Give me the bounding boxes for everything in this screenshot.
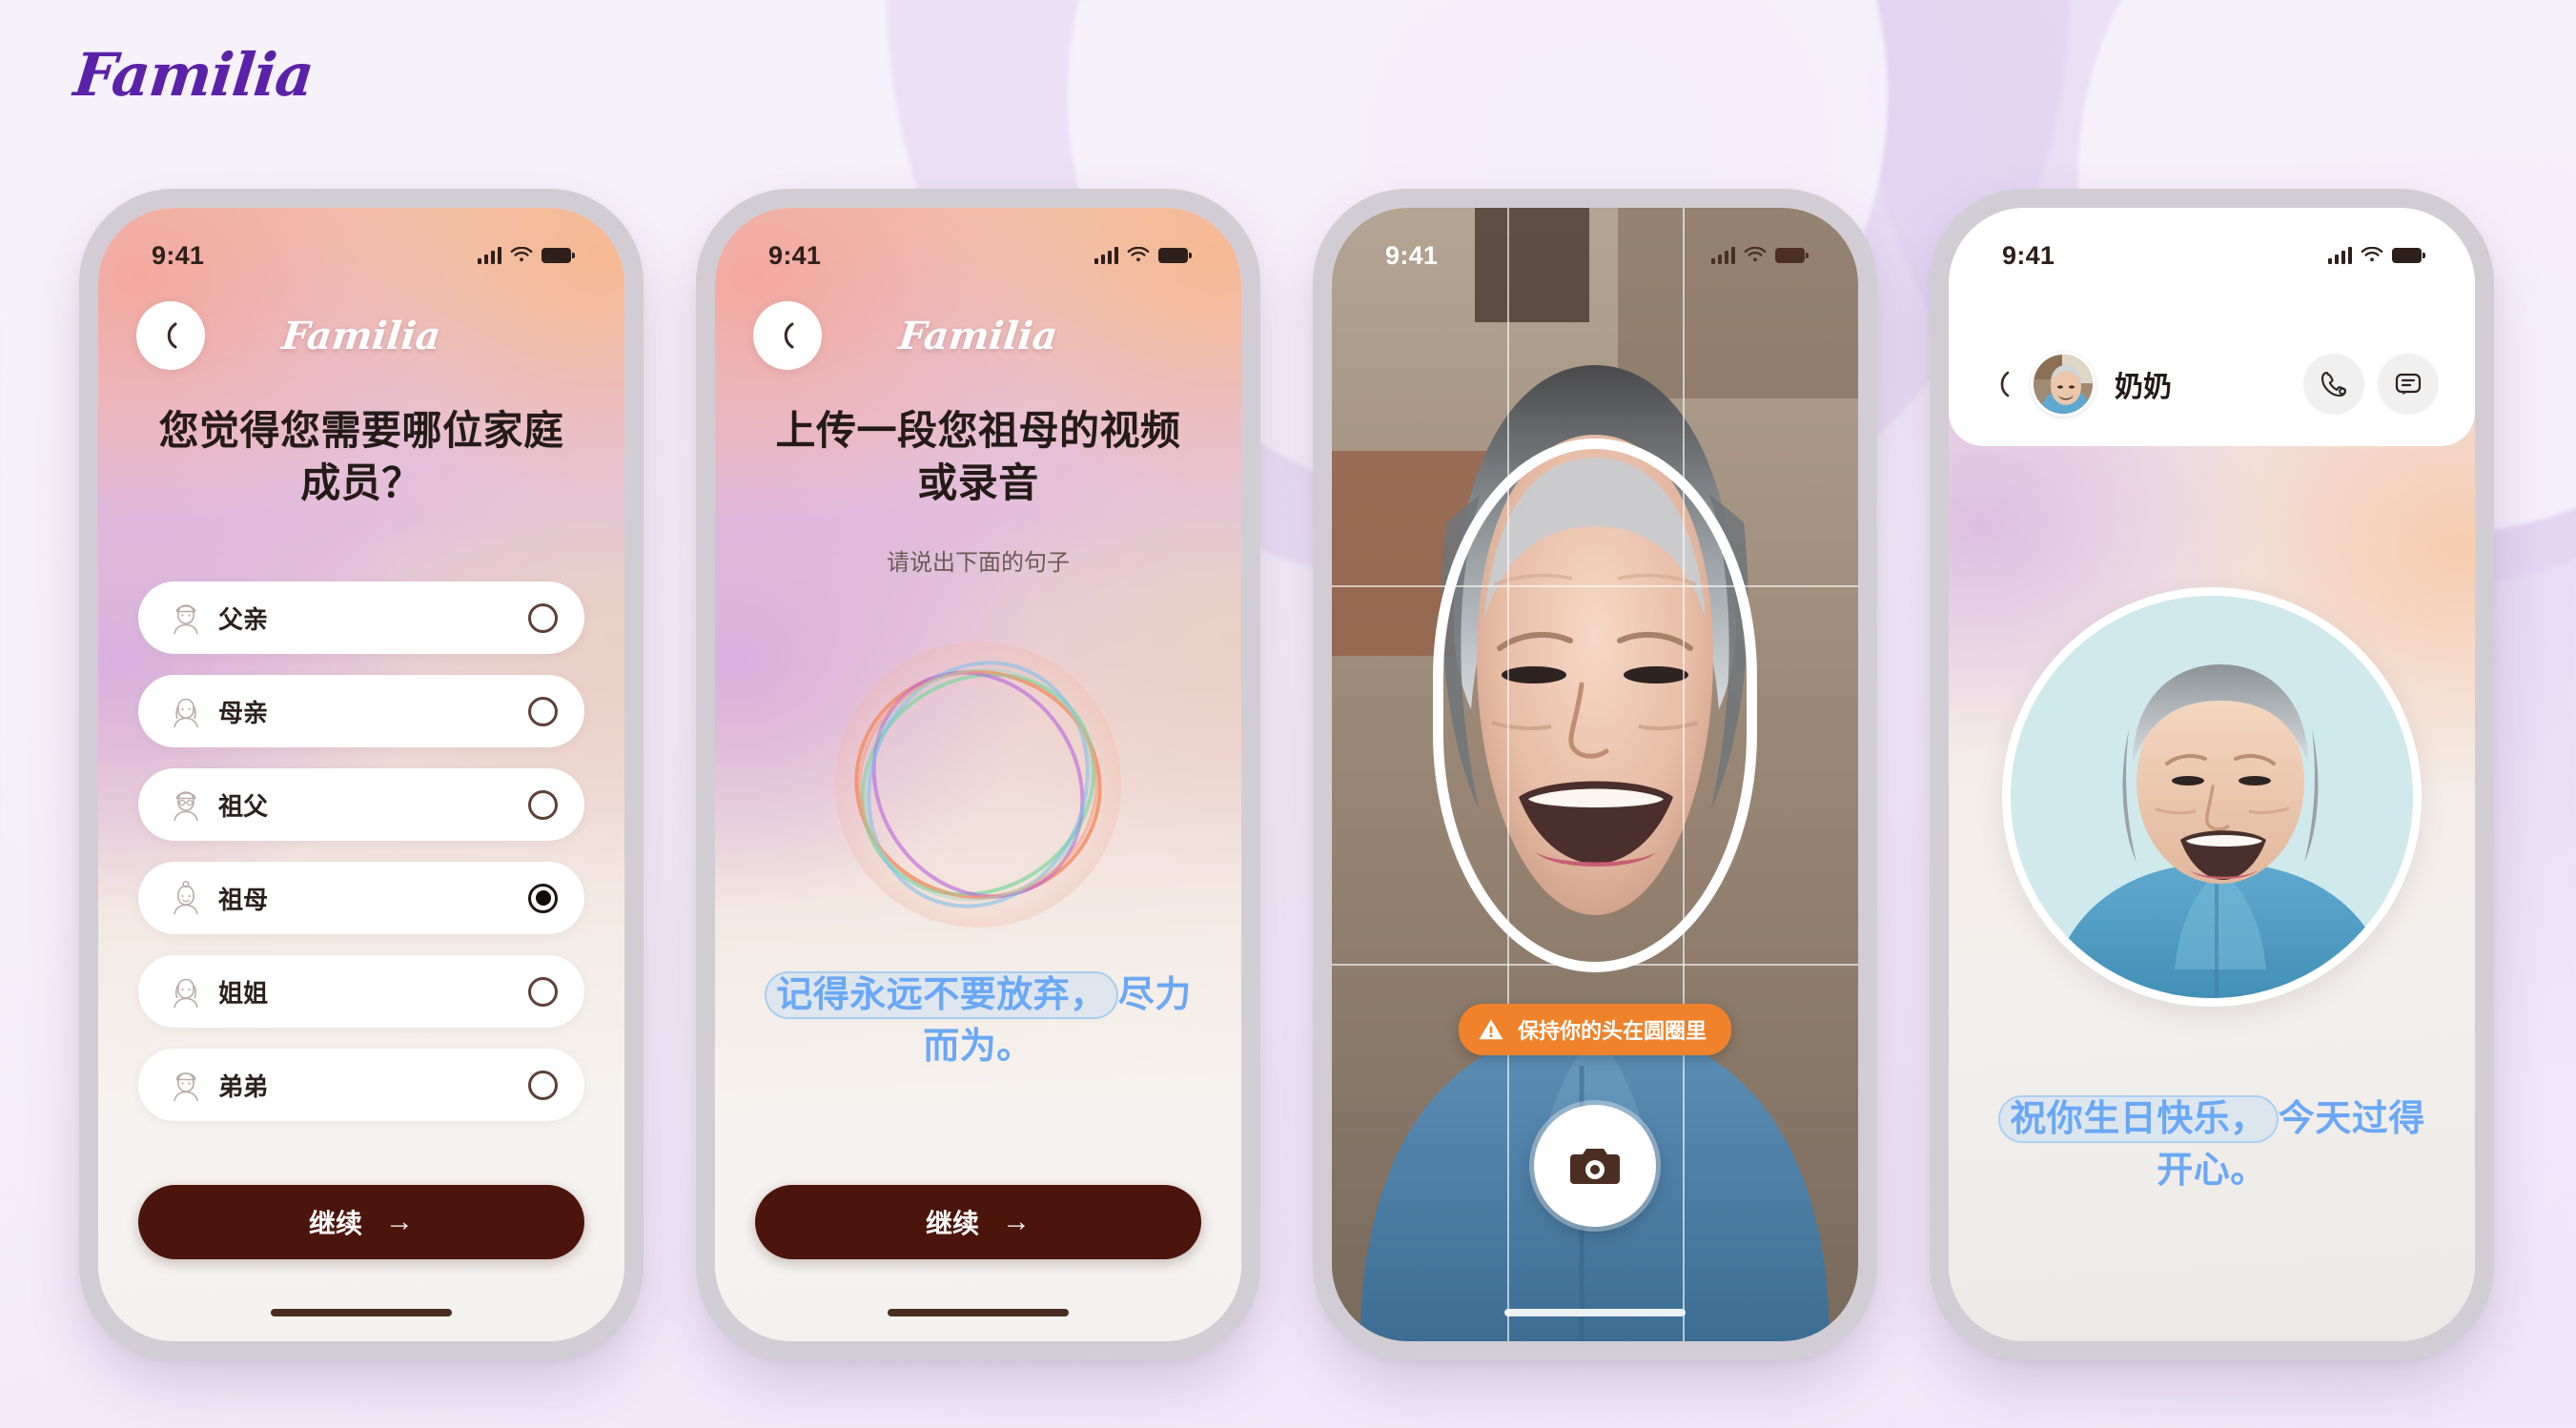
prompt-highlight: 记得永远不要放弃， <box>765 971 1118 1019</box>
caption-text: 祝你生日快乐， 今天过得开心。 <box>1991 1094 2433 1197</box>
chevron-left-icon <box>2000 371 2010 398</box>
home-indicator <box>271 1309 452 1316</box>
option-label: 姐姐 <box>218 978 269 1008</box>
option-radio-selected[interactable] <box>528 883 558 913</box>
app-header-2: Familia <box>715 290 1241 381</box>
speech-prompt-text: 记得永远不要放弃， 尽力而为。 <box>759 970 1197 1073</box>
header-logo: Familia <box>896 313 1060 358</box>
home-indicator <box>888 1309 1069 1316</box>
cellular-bars-icon <box>1711 247 1735 264</box>
status-bar: 9:41 <box>98 208 624 278</box>
phone-mockup-3: 9:41 保持你的头在圆圈里 <box>1313 189 1877 1360</box>
back-button[interactable] <box>1985 371 2023 398</box>
option-radio[interactable] <box>528 602 558 633</box>
battery-icon <box>1775 248 1809 263</box>
option-row-brother[interactable]: 弟弟 <box>138 1049 584 1121</box>
continue-button-2[interactable]: 继续 → <box>755 1185 1201 1259</box>
option-row-grandfather[interactable]: 祖父 <box>138 768 584 841</box>
option-label: 弟弟 <box>218 1071 269 1101</box>
screen-camera-capture: 9:41 保持你的头在圆圈里 <box>1332 208 1858 1341</box>
camera-icon <box>1570 1149 1620 1184</box>
phone-mockup-2: 9:41 Familia 上传一段您祖母的视频或录音 请说出下面的句子 记得永远… <box>696 189 1260 1360</box>
screen-family-member-select: 9:41 Familia 您觉得您需要哪位家庭成员？ 父亲 母亲 祖父 祖母 姐… <box>98 208 624 1341</box>
arrow-right-icon: → <box>1002 1206 1031 1237</box>
battery-icon <box>2392 248 2425 263</box>
wifi-icon <box>1127 247 1150 262</box>
status-bar: 9:41 <box>715 208 1241 278</box>
page-title: 上传一段您祖母的视频或录音 <box>775 408 1181 506</box>
chat-header: 9:41 奶奶 <box>1949 208 2475 446</box>
continue-label: 继续 <box>925 1209 979 1238</box>
option-label: 母亲 <box>218 698 269 727</box>
status-time: 9:41 <box>768 240 822 270</box>
option-radio[interactable] <box>528 789 558 820</box>
option-row-sister[interactable]: 姐姐 <box>138 955 584 1028</box>
contact-portrait <box>2002 587 2422 1007</box>
chat-bubble-icon <box>2395 373 2422 395</box>
battery-icon <box>542 248 575 263</box>
phone-mockup-4: 9:41 奶奶 祝你生日快乐， 今天过得开心。 <box>1930 189 2494 1360</box>
option-radio[interactable] <box>528 1070 558 1100</box>
app-header-1: Familia <box>98 290 624 381</box>
option-label: 祖父 <box>218 791 269 821</box>
caption-highlight: 祝你生日快乐， <box>1998 1095 2279 1143</box>
option-row-mother[interactable]: 母亲 <box>138 675 584 747</box>
phone-call-icon <box>2320 371 2347 398</box>
wifi-icon <box>510 247 533 262</box>
brand-logo: Familia <box>71 40 317 110</box>
arrow-right-icon: → <box>385 1206 414 1237</box>
home-indicator <box>1504 1309 1686 1316</box>
continue-button-1[interactable]: 继续 → <box>138 1185 584 1259</box>
grandmother-avatar-icon <box>174 881 198 915</box>
warning-triangle-icon <box>1479 1019 1503 1040</box>
brother-avatar-icon <box>174 1072 198 1102</box>
continue-label: 继续 <box>308 1209 362 1238</box>
status-time: 9:41 <box>152 240 205 270</box>
toast-label: 保持你的头在圆圈里 <box>1517 1019 1707 1043</box>
cellular-bars-icon <box>1094 247 1118 264</box>
cellular-bars-icon <box>2328 247 2352 264</box>
status-bar: 9:41 <box>1332 208 1858 278</box>
grandfather-avatar-icon <box>174 791 198 822</box>
sister-avatar-icon <box>174 978 198 1009</box>
contact-name: 奶奶 <box>2115 372 2172 403</box>
phone-mockup-1: 9:41 Familia 您觉得您需要哪位家庭成员？ 父亲 母亲 祖父 祖母 姐… <box>79 189 644 1360</box>
status-icons <box>2328 247 2425 264</box>
cellular-bars-icon <box>478 247 501 264</box>
status-icons <box>1711 247 1809 264</box>
chat-header-row: 奶奶 <box>1949 341 2475 427</box>
mother-avatar-icon <box>174 698 198 728</box>
screen-upload-recording: 9:41 Familia 上传一段您祖母的视频或录音 请说出下面的句子 记得永远… <box>715 208 1241 1341</box>
page-title: 您觉得您需要哪位家庭成员？ <box>158 408 564 506</box>
grandma-avatar <box>2034 355 2093 414</box>
grandma-portrait <box>2011 596 2413 998</box>
call-button[interactable] <box>2303 354 2364 415</box>
option-radio[interactable] <box>528 976 558 1007</box>
status-time: 9:41 <box>2002 240 2055 270</box>
family-member-option-list: 父亲 母亲 祖父 祖母 姐姐 弟弟 <box>138 581 584 1142</box>
face-oval-guide <box>1433 439 1757 972</box>
status-bar: 9:41 <box>1949 208 2475 278</box>
header-logo: Familia <box>279 313 443 358</box>
status-time: 9:41 <box>1385 240 1439 270</box>
option-label: 祖母 <box>218 885 269 914</box>
option-radio[interactable] <box>528 696 558 726</box>
option-label: 父亲 <box>218 604 269 634</box>
camera-guidance-toast: 保持你的头在圆圈里 <box>1458 1004 1732 1055</box>
shutter-button[interactable] <box>1534 1105 1656 1227</box>
option-row-grandmother[interactable]: 祖母 <box>138 862 584 934</box>
message-button[interactable] <box>2378 354 2439 415</box>
audio-orb-visualizer <box>835 642 1121 928</box>
wifi-icon <box>2361 247 2383 262</box>
screen-chat-contact: 9:41 奶奶 祝你生日快乐， 今天过得开心。 <box>1949 208 2475 1341</box>
status-icons <box>1094 247 1192 264</box>
contact-avatar[interactable] <box>2031 352 2096 417</box>
status-icons <box>478 247 575 264</box>
wifi-icon <box>1744 247 1767 262</box>
option-row-father[interactable]: 父亲 <box>138 581 584 654</box>
father-avatar-icon <box>174 604 198 635</box>
battery-icon <box>1158 248 1192 263</box>
page-subtitle: 请说出下面的句子 <box>887 550 1070 576</box>
